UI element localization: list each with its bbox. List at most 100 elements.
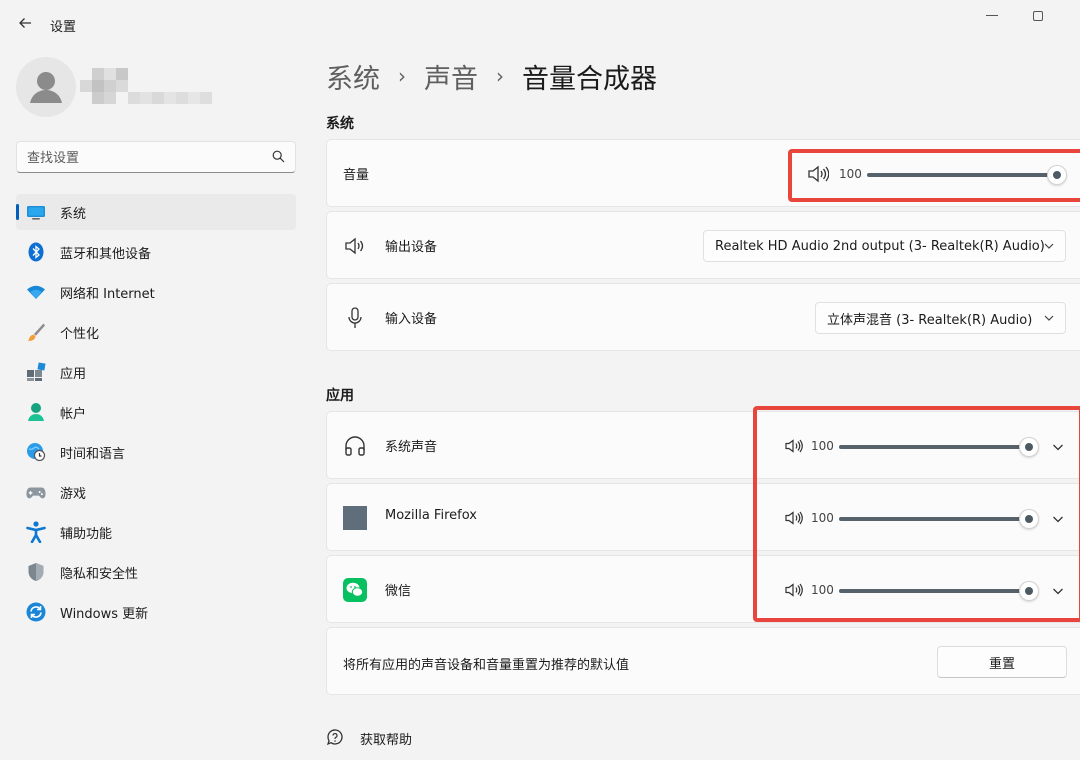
sidebar-item-accessibility[interactable]: 辅助功能	[16, 514, 296, 550]
chevron-down-icon	[1044, 243, 1054, 249]
app-volume-value: 100	[811, 583, 834, 597]
sidebar-item-windows-update[interactable]: Windows 更新	[16, 594, 296, 630]
section-title-system: 系统	[326, 116, 354, 132]
sidebar-item-privacy[interactable]: 隐私和安全性	[16, 554, 296, 590]
maximize-button[interactable]	[1033, 11, 1043, 21]
user-icon	[30, 72, 62, 103]
app-card-system-sounds: 系统声音 100	[326, 411, 1080, 479]
input-device-card: 输入设备 立体声混音 (3- Realtek(R) Audio)	[326, 283, 1080, 351]
minimize-button[interactable]	[986, 15, 998, 16]
speaker-icon	[343, 234, 367, 258]
sidebar-item-label: 帐户	[60, 406, 87, 422]
window-title: 设置	[50, 20, 77, 35]
reset-card: 将所有应用的声音设备和音量重置为推荐的默认值 重置	[326, 627, 1080, 695]
gamepad-icon	[26, 482, 46, 502]
wifi-icon	[26, 282, 46, 302]
sidebar-item-accounts[interactable]: 帐户	[16, 394, 296, 430]
sidebar-item-personalization[interactable]: 个性化	[16, 314, 296, 350]
search-box[interactable]	[16, 141, 296, 173]
help-icon	[326, 729, 343, 746]
microphone-icon	[343, 306, 367, 330]
chevron-down-icon	[1044, 315, 1054, 321]
input-device-value: 立体声混音 (3- Realtek(R) Audio)	[827, 312, 1033, 328]
app-volume-value: 100	[811, 511, 834, 525]
chevron-right-icon: ›	[496, 64, 504, 88]
page-title: 音量合成器	[522, 63, 657, 95]
sidebar-item-label: 游戏	[60, 486, 87, 502]
sidebar-item-apps[interactable]: 应用	[16, 354, 296, 390]
volume-value: 100	[839, 167, 862, 181]
chevron-down-icon[interactable]	[1050, 583, 1066, 599]
speaker-icon[interactable]	[785, 583, 803, 597]
title-bar: 设置	[0, 0, 1080, 48]
sidebar-item-label: 隐私和安全性	[60, 566, 139, 582]
breadcrumb-system[interactable]: 系统	[326, 57, 380, 96]
sidebar-nav: 系统 蓝牙和其他设备 网络和 Internet 个性化 应用 帐户 时间和语言 …	[16, 194, 296, 634]
globe-clock-icon	[26, 442, 46, 462]
headphones-icon	[343, 434, 367, 458]
app-volume-value: 100	[811, 439, 834, 453]
search-input[interactable]	[27, 148, 267, 168]
speaker-icon[interactable]	[785, 439, 803, 453]
speaker-icon[interactable]	[785, 511, 803, 525]
sidebar-item-label: 辅助功能	[60, 526, 113, 542]
shield-icon	[26, 562, 46, 582]
sidebar-item-system[interactable]: 系统	[16, 194, 296, 230]
back-button[interactable]	[14, 12, 36, 34]
app-name: Mozilla Firefox	[385, 508, 477, 523]
speaker-icon[interactable]	[807, 165, 829, 183]
brush-icon	[26, 322, 46, 342]
volume-label: 音量	[343, 168, 370, 183]
app-volume-thumb[interactable]	[1019, 509, 1039, 529]
search-icon[interactable]	[272, 150, 285, 163]
sidebar-item-label: 网络和 Internet	[60, 286, 155, 302]
sidebar-item-label: 系统	[60, 206, 87, 222]
sidebar-item-bluetooth[interactable]: 蓝牙和其他设备	[16, 234, 296, 270]
breadcrumb: 系统 › 声音 › 音量合成器	[326, 56, 657, 96]
breadcrumb-sound[interactable]: 声音	[424, 57, 478, 96]
app-volume-thumb[interactable]	[1019, 581, 1039, 601]
app-name: 微信	[385, 584, 412, 599]
output-device-label: 输出设备	[385, 240, 438, 255]
input-device-label: 输入设备	[385, 312, 438, 327]
app-card-firefox: Mozilla Firefox 100	[326, 483, 1080, 551]
chevron-right-icon: ›	[398, 64, 406, 88]
account-icon	[26, 402, 46, 422]
get-help-label: 获取帮助	[360, 732, 413, 748]
sidebar-item-gaming[interactable]: 游戏	[16, 474, 296, 510]
chevron-down-icon[interactable]	[1050, 439, 1066, 455]
app-card-wechat: 微信 100	[326, 555, 1080, 623]
chevron-down-icon[interactable]	[1050, 511, 1066, 527]
sidebar-item-label: 应用	[60, 366, 87, 382]
sidebar-item-time-language[interactable]: 时间和语言	[16, 434, 296, 470]
update-icon	[26, 602, 46, 622]
output-device-card: 输出设备 Realtek HD Audio 2nd output (3- Rea…	[326, 211, 1080, 279]
volume-card: 音量 100	[326, 139, 1080, 207]
master-volume-thumb[interactable]	[1047, 165, 1067, 185]
sidebar-item-label: 个性化	[60, 326, 100, 342]
sidebar-item-network[interactable]: 网络和 Internet	[16, 274, 296, 310]
accessibility-icon	[26, 521, 46, 543]
firefox-placeholder-icon	[343, 506, 367, 530]
master-volume-slider[interactable]	[867, 173, 1057, 177]
app-volume-slider[interactable]	[839, 589, 1029, 593]
apps-icon	[26, 362, 46, 382]
get-help-link[interactable]: 获取帮助	[326, 728, 412, 748]
app-volume-slider[interactable]	[839, 445, 1029, 449]
section-title-apps: 应用	[326, 388, 354, 404]
monitor-icon	[26, 202, 46, 222]
reset-button[interactable]: 重置	[937, 646, 1067, 678]
sidebar-item-label: Windows 更新	[60, 606, 149, 622]
app-name: 系统声音	[385, 440, 438, 455]
app-volume-thumb[interactable]	[1019, 437, 1039, 457]
app-volume-slider[interactable]	[839, 517, 1029, 521]
input-device-dropdown[interactable]: 立体声混音 (3- Realtek(R) Audio)	[815, 302, 1066, 334]
wechat-icon	[343, 578, 367, 602]
back-arrow-icon	[19, 18, 31, 28]
sidebar-item-label: 蓝牙和其他设备	[60, 246, 152, 262]
avatar[interactable]	[16, 57, 76, 117]
output-device-dropdown[interactable]: Realtek HD Audio 2nd output (3- Realtek(…	[703, 230, 1066, 262]
sidebar-item-label: 时间和语言	[60, 446, 126, 462]
bluetooth-icon	[26, 242, 46, 262]
output-device-value: Realtek HD Audio 2nd output (3- Realtek(…	[715, 238, 1045, 254]
